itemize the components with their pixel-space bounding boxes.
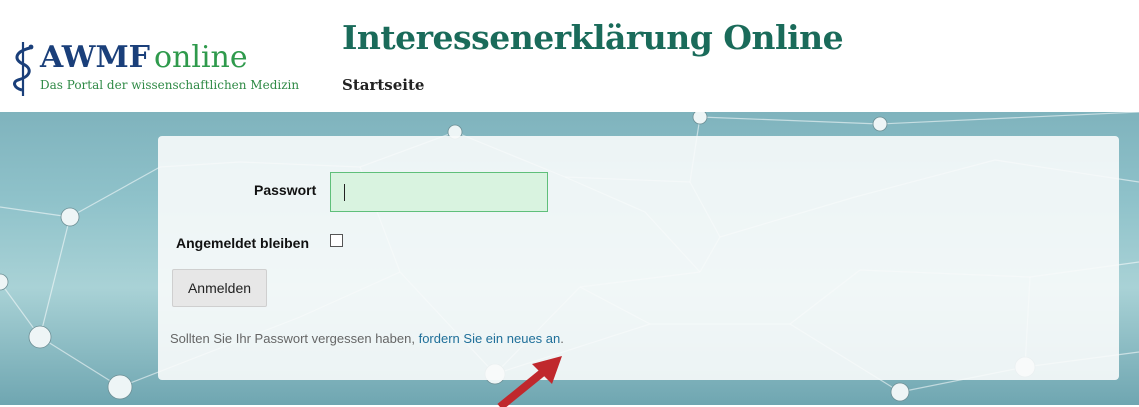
nav-home-link[interactable]: Startseite [342, 76, 424, 94]
forgot-password-prefix: Sollten Sie Ihr Passwort vergessen haben… [170, 331, 419, 346]
login-button[interactable]: Anmelden [172, 269, 267, 307]
awmf-logo[interactable]: AWMF online Das Portal der wissenschaftli… [10, 40, 330, 100]
browser-viewport: AWMF online Das Portal der wissenschaftli… [0, 0, 1139, 407]
password-label: Passwort [254, 182, 317, 198]
remember-me-label: Angemeldet bleiben [176, 235, 310, 251]
logo-title: AWMF online [40, 40, 248, 76]
site-header: AWMF online Das Portal der wissenschaftli… [0, 0, 1139, 112]
text-cursor [344, 184, 345, 201]
logo-suffix: online [153, 40, 248, 75]
page-title: Interessenerklärung Online [342, 18, 844, 57]
caduceus-icon [13, 42, 34, 96]
request-new-password-link[interactable]: fordern Sie ein neues an [419, 331, 561, 346]
logo-tagline: Das Portal der wissenschaftlichen Medizi… [40, 78, 300, 92]
forgot-password-text: Sollten Sie Ihr Passwort vergessen haben… [170, 331, 564, 346]
password-input[interactable] [330, 172, 548, 212]
red-pointer-arrow-icon [497, 356, 562, 407]
logo-brand: AWMF [40, 40, 150, 75]
remember-me-checkbox[interactable] [330, 234, 343, 247]
forgot-password-suffix: . [560, 331, 564, 346]
login-panel: Passwort Angemeldet bleiben Anmelden Sol… [158, 136, 1119, 380]
